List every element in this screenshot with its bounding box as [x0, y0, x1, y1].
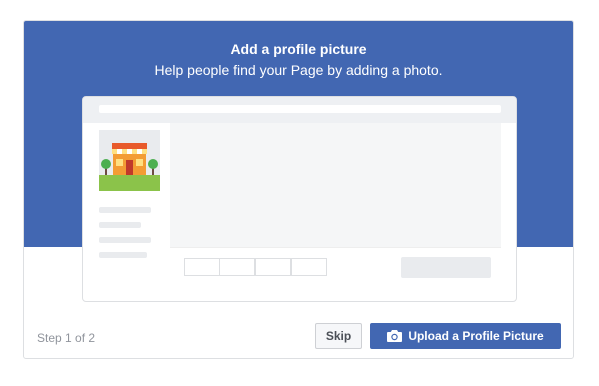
preview-action-button [401, 257, 491, 278]
camera-icon [387, 330, 403, 342]
preview-address-bar [99, 105, 501, 113]
storefront-icon [99, 130, 160, 191]
skip-button-label: Skip [325, 329, 352, 343]
preview-tab [219, 258, 255, 276]
dialog-subtitle: Help people find your Page by adding a p… [154, 62, 443, 78]
preview-tabs-row [170, 247, 501, 288]
preview-placeholder-line [99, 252, 147, 258]
preview-placeholder-line [99, 237, 151, 243]
preview-cover-area [170, 123, 501, 247]
preview-tab [255, 258, 291, 276]
skip-button[interactable]: Skip [315, 323, 362, 349]
preview-topbar [83, 97, 516, 123]
page-preview-illustration [82, 96, 517, 302]
step-indicator: Step 1 of 2 [37, 331, 96, 345]
preview-placeholder-line [99, 222, 141, 228]
preview-tab [184, 258, 220, 276]
dialog-title: Add a profile picture [230, 41, 367, 57]
upload-profile-picture-button[interactable]: Upload a Profile Picture [370, 323, 561, 349]
preview-placeholder-line [99, 207, 151, 213]
upload-button-label: Upload a Profile Picture [408, 329, 544, 343]
profile-picture-dialog: Add a profile picture Help people find y… [23, 20, 574, 359]
preview-profile-picture [99, 130, 160, 191]
preview-tab [291, 258, 327, 276]
